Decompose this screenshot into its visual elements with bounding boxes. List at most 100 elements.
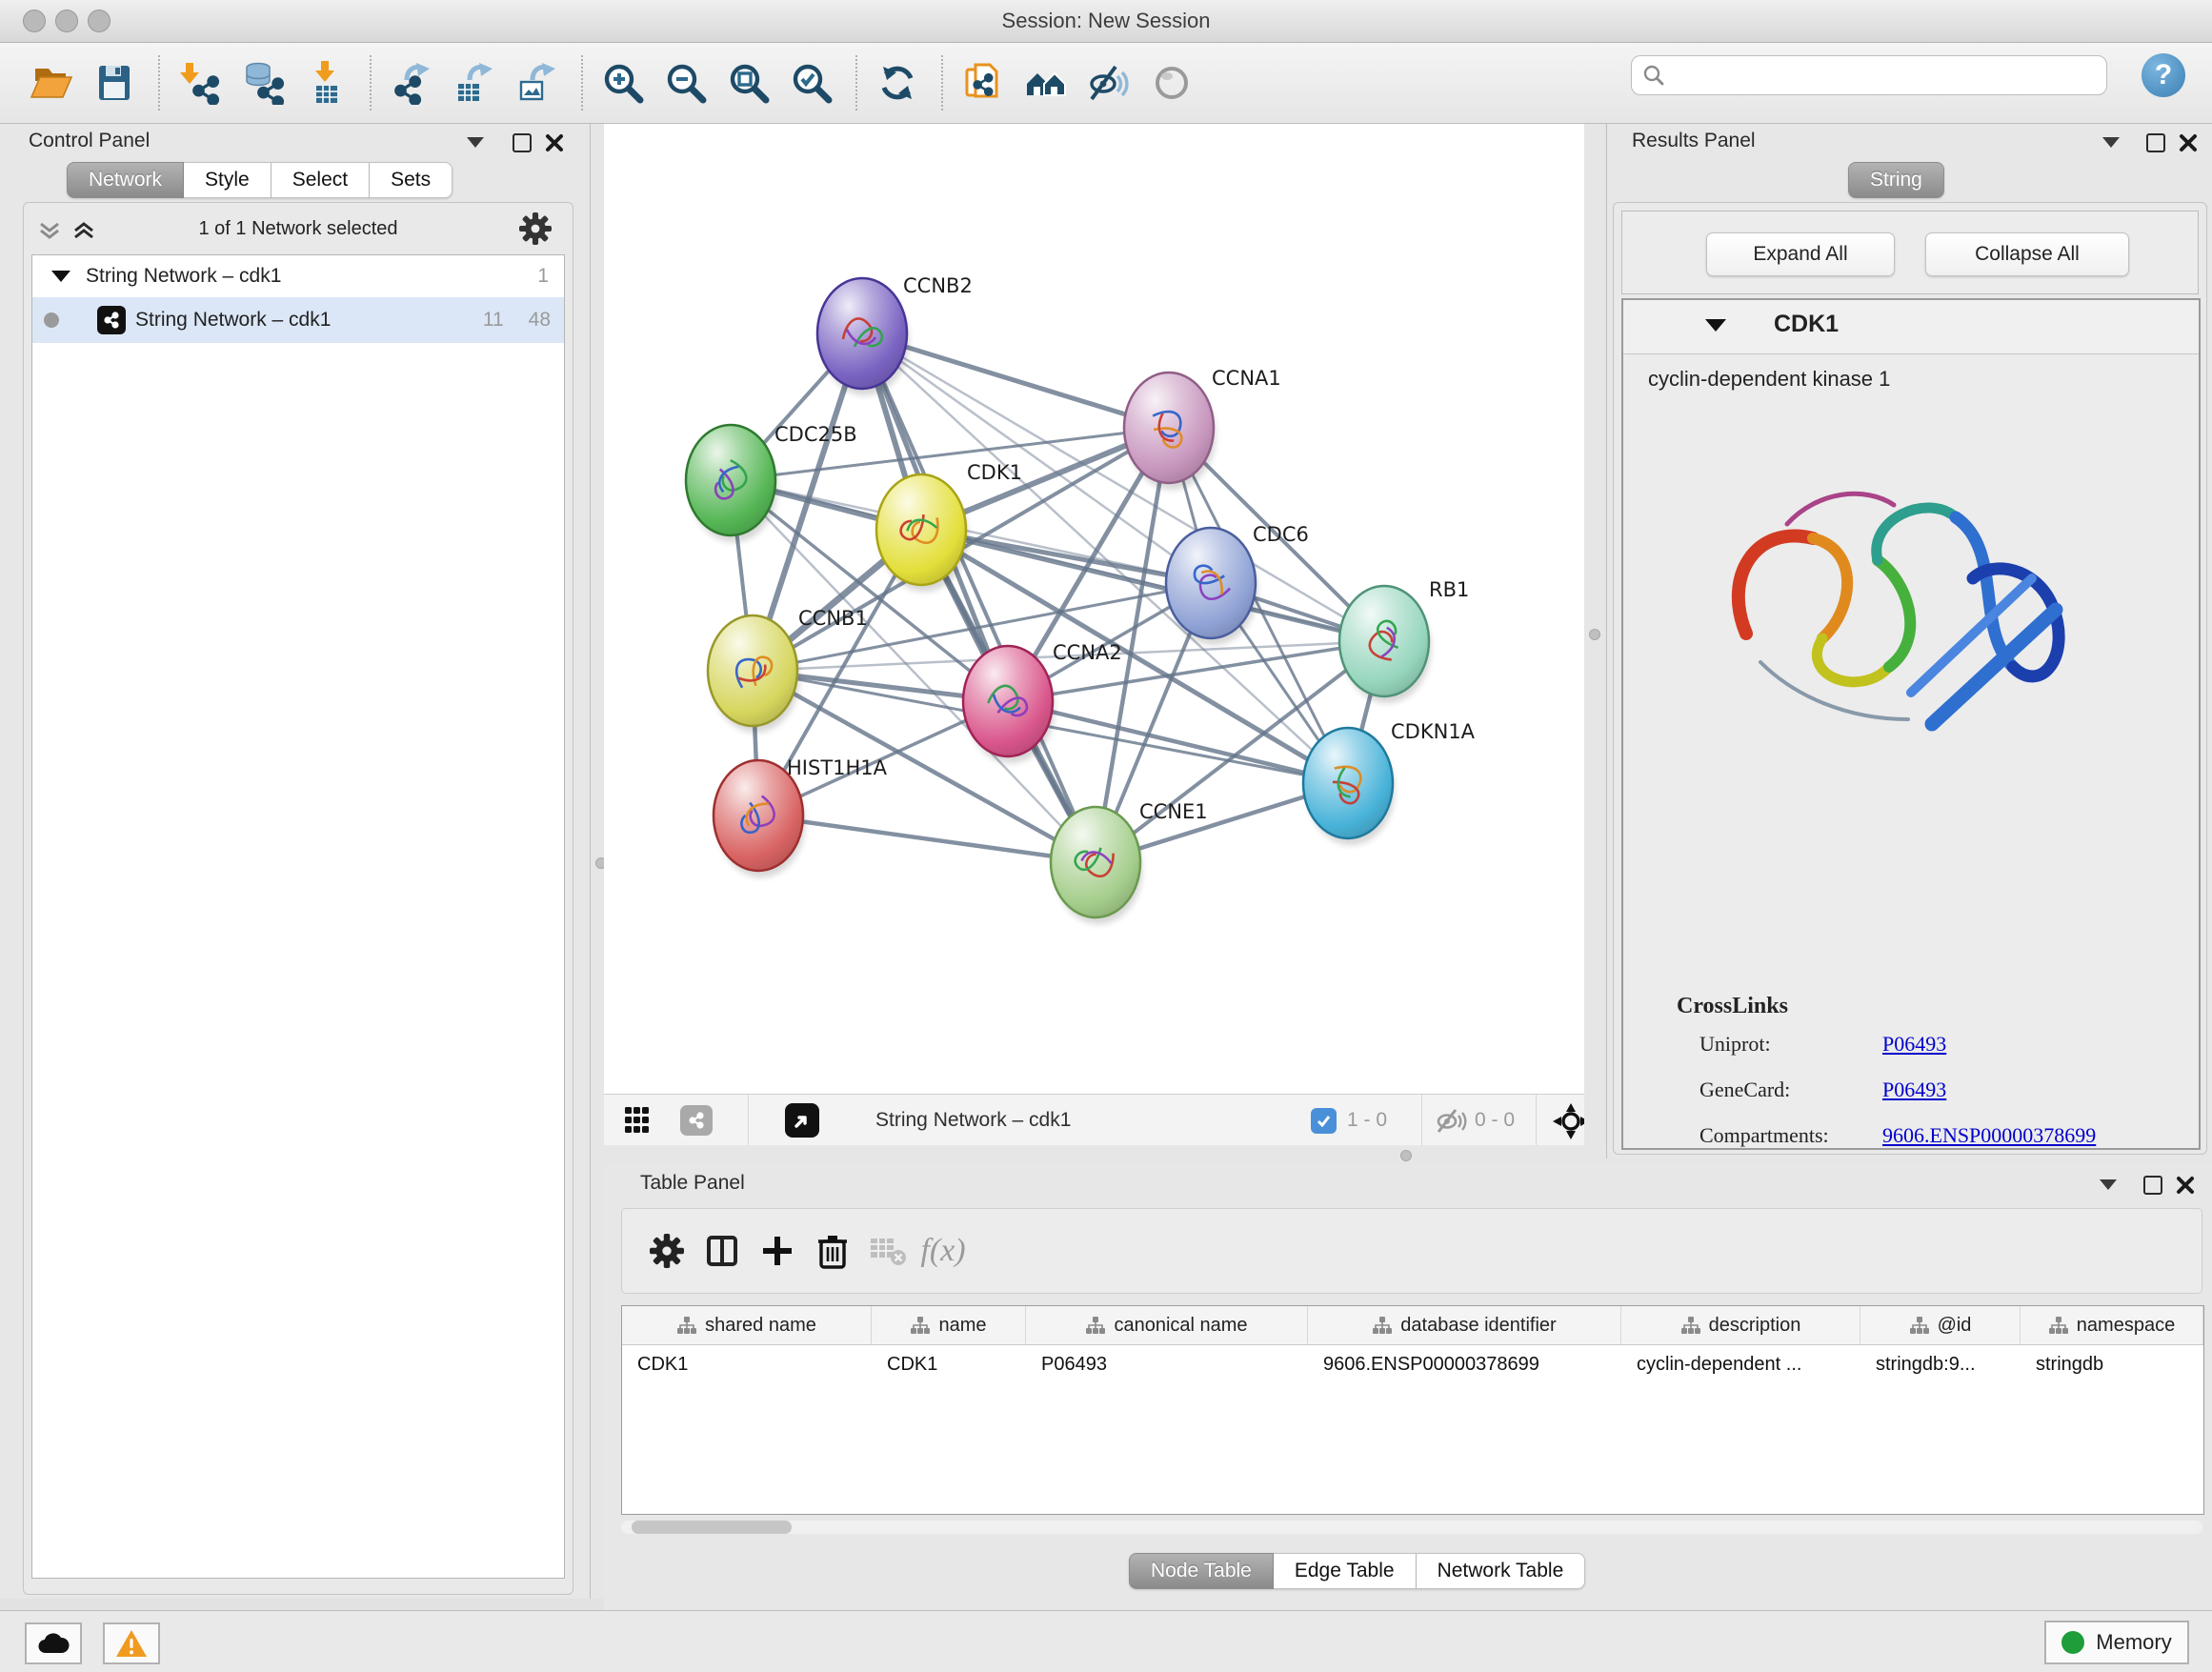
column-header-name[interactable]: name	[872, 1306, 1026, 1344]
table-hscrollbar-thumb[interactable]	[632, 1521, 792, 1534]
column-header-id[interactable]: @id	[1860, 1306, 2021, 1344]
right-splitter[interactable]	[1584, 124, 1605, 1158]
zoom-selected-icon[interactable]	[787, 56, 836, 110]
network-row[interactable]: String Network – cdk1 11 48	[32, 297, 564, 343]
network-node-ccne1[interactable]: CCNE1	[1051, 800, 1208, 924]
network-node-ccnb2[interactable]: CCNB2	[817, 274, 973, 395]
section-caret-icon[interactable]	[1705, 319, 1726, 332]
table-settings-gear-icon[interactable]	[639, 1222, 694, 1279]
export-image-icon[interactable]	[513, 56, 562, 110]
column-header-label: name	[938, 1315, 986, 1337]
network-edge[interactable]	[862, 333, 1096, 862]
control-panel-tabs: NetworkStyleSelectSets	[67, 162, 452, 198]
search-box[interactable]	[1631, 55, 2107, 95]
export-network-to-file-icon[interactable]	[387, 56, 436, 110]
network-node-rb1[interactable]: RB1	[1339, 578, 1469, 703]
delete-table-icon[interactable]	[860, 1222, 915, 1279]
panel-float-icon[interactable]	[2146, 133, 2165, 152]
panel-float-icon[interactable]	[2143, 1176, 2162, 1195]
crosslink-value-link[interactable]: P06493	[1882, 1078, 1946, 1102]
tab-edge-table[interactable]: Edge Table	[1274, 1553, 1417, 1589]
save-session-icon[interactable]	[90, 56, 139, 110]
hide-selected-icon[interactable]	[1084, 56, 1134, 110]
collapse-all-button[interactable]: Collapse All	[1925, 232, 2129, 276]
panel-close-icon[interactable]	[545, 133, 564, 152]
node-label: CCNA2	[1053, 641, 1122, 664]
delete-column-icon[interactable]	[805, 1222, 860, 1279]
expand-all-button[interactable]: Expand All	[1706, 232, 1895, 276]
help-button[interactable]: ?	[2142, 53, 2185, 97]
network-edge[interactable]	[758, 816, 1096, 862]
memory-button[interactable]: Memory	[2044, 1621, 2189, 1664]
tab-node-table[interactable]: Node Table	[1129, 1553, 1274, 1589]
network-node-cdkn1a[interactable]: CDKN1A	[1303, 720, 1476, 845]
cloud-status-button[interactable]	[25, 1622, 82, 1664]
open-file-icon[interactable]	[27, 56, 76, 110]
update-network-icon[interactable]	[873, 56, 922, 110]
tree-expand-caret-icon[interactable]	[51, 271, 70, 282]
right-splitter-grip[interactable]	[1589, 629, 1600, 640]
table-hscrollbar[interactable]	[621, 1521, 2202, 1534]
panel-menu-caret-icon[interactable]	[467, 137, 484, 148]
crosslink-value-link[interactable]: 9606.ENSP00000378699	[1882, 1123, 2096, 1148]
zoom-out-icon[interactable]	[661, 56, 711, 110]
tab-string[interactable]: String	[1848, 162, 1944, 198]
split-columns-icon[interactable]	[694, 1222, 750, 1279]
strip-separator	[1536, 1095, 1537, 1146]
tab-network[interactable]: Network	[67, 162, 184, 198]
search-input[interactable]	[1666, 64, 2089, 88]
clone-network-icon[interactable]	[958, 56, 1008, 110]
network-options-gear-icon[interactable]	[519, 212, 552, 245]
column-header-shared-name[interactable]: shared name	[622, 1306, 872, 1344]
tab-select[interactable]: Select	[271, 162, 370, 198]
selected-checkbox-icon[interactable]	[1311, 1108, 1337, 1134]
network-view-title: String Network – cdk1	[875, 1095, 1071, 1146]
network-edge[interactable]	[1008, 701, 1348, 783]
warning-icon	[115, 1629, 148, 1658]
column-header-description[interactable]: description	[1621, 1306, 1860, 1344]
panel-menu-caret-icon[interactable]	[2100, 1179, 2117, 1190]
selected-counter: 1 - 0	[1347, 1095, 1387, 1146]
crosslink-value-link[interactable]: P06493	[1882, 1032, 1946, 1057]
tab-style[interactable]: Style	[184, 162, 271, 198]
tab-network-table[interactable]: Network Table	[1417, 1553, 1586, 1589]
import-network-from-database-icon[interactable]	[238, 56, 288, 110]
toolbar-separator	[158, 55, 160, 111]
import-table-from-file-icon[interactable]	[301, 56, 351, 110]
panel-menu-caret-icon[interactable]	[2102, 137, 2120, 148]
show-graphics-details-icon[interactable]	[1147, 56, 1196, 110]
panel-float-icon[interactable]	[513, 133, 532, 152]
gene-section-header[interactable]: CDK1	[1623, 300, 2199, 354]
network-tree: String Network – cdk1 1 String Network –…	[31, 254, 565, 1579]
node-label: CCNB1	[798, 607, 868, 630]
zoom-in-icon[interactable]	[598, 56, 648, 110]
column-header-namespace[interactable]: namespace	[2021, 1306, 2203, 1344]
tab-sets[interactable]: Sets	[370, 162, 452, 198]
panel-close-icon[interactable]	[2176, 1176, 2195, 1195]
first-neighbors-icon[interactable]	[1021, 56, 1071, 110]
hidden-eye-slash-icon[interactable]	[1435, 1107, 1467, 1134]
window-title: Session: New Session	[0, 0, 2212, 42]
warnings-button[interactable]	[103, 1622, 160, 1664]
function-builder-icon[interactable]: f(x)	[915, 1222, 971, 1279]
string-view-icon[interactable]	[680, 1105, 713, 1136]
network-tab-content: 1 of 1 Network selected String Network –…	[23, 202, 573, 1595]
table-toolbar: f(x)	[621, 1208, 2202, 1294]
network-node-ccna2[interactable]: CCNA2	[963, 641, 1122, 763]
add-column-icon[interactable]	[750, 1222, 805, 1279]
horizontal-splitter-grip[interactable]	[1400, 1150, 1412, 1161]
birds-eye-view-icon[interactable]	[785, 1103, 819, 1138]
network-node-hist1h1a[interactable]: HIST1H1A	[714, 756, 888, 877]
network-node-ccnb1[interactable]: CCNB1	[708, 607, 868, 733]
zoom-fit-icon[interactable]	[724, 56, 774, 110]
network-canvas[interactable]: CCNB2 CCNA1 CDC25B CDK1 CDC6 RB1	[604, 124, 1584, 1094]
import-network-from-file-icon[interactable]	[175, 56, 225, 110]
network-collection-row[interactable]: String Network – cdk1 1	[32, 255, 564, 297]
table-row[interactable]: CDK1CDK1P064939606.ENSP00000378699cyclin…	[622, 1345, 2203, 1383]
grid-view-icon[interactable]	[625, 1107, 657, 1134]
export-table-to-file-icon[interactable]	[450, 56, 499, 110]
column-header-database-identifier[interactable]: database identifier	[1308, 1306, 1621, 1344]
panel-close-icon[interactable]	[2179, 133, 2198, 152]
column-header-canonical-name[interactable]: canonical name	[1026, 1306, 1308, 1344]
network-node-ccna1[interactable]: CCNA1	[1124, 367, 1281, 490]
